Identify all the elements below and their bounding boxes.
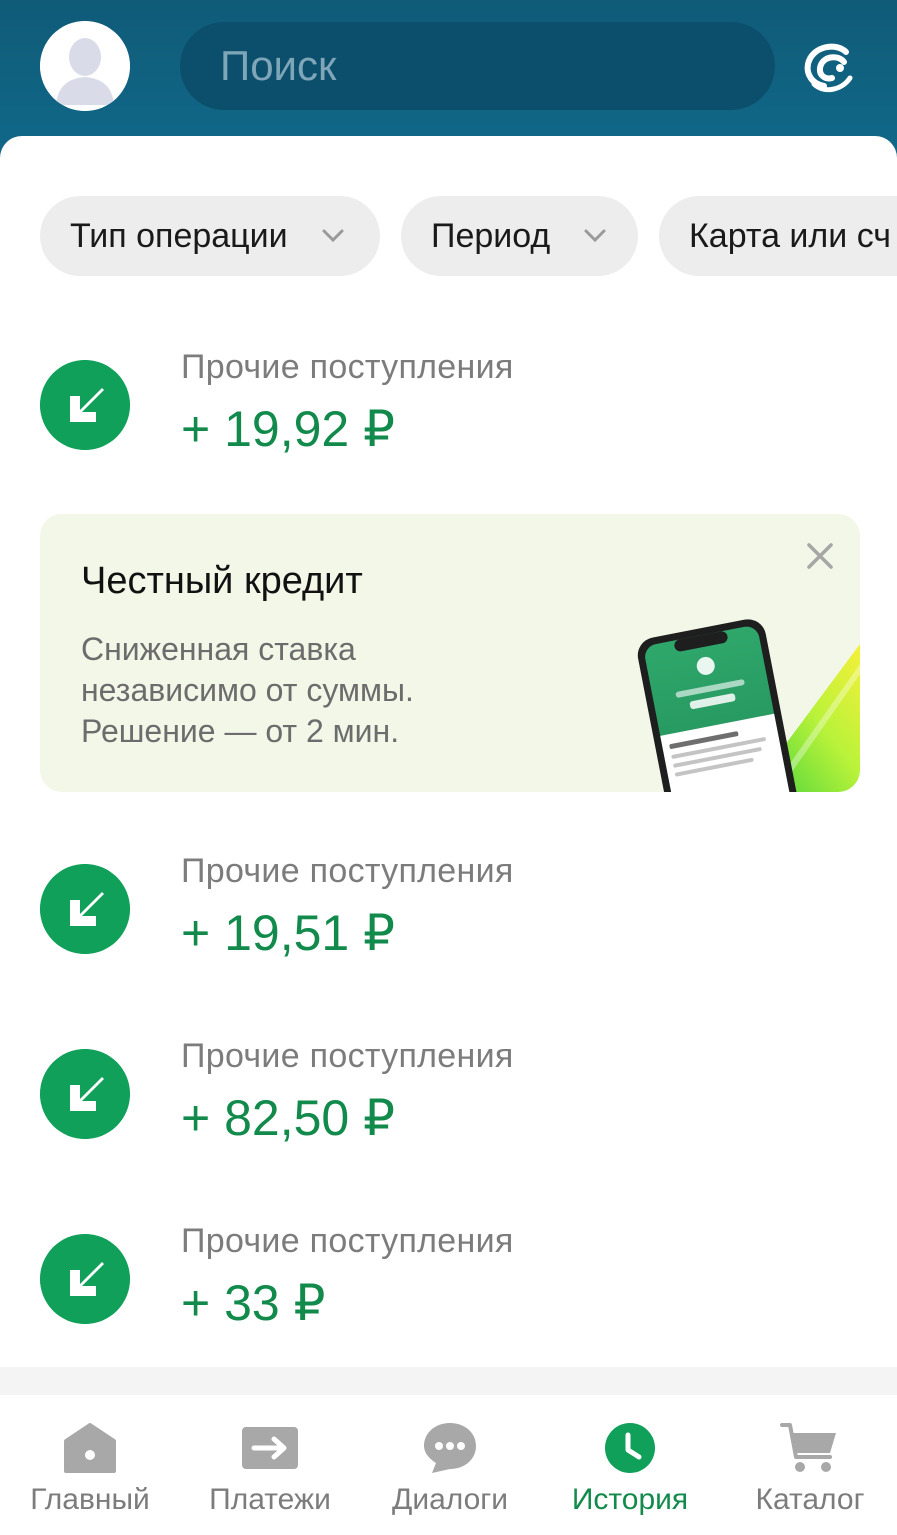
bottom-tab-bar: Главный Платежи Диалоги История Каталог	[0, 1395, 897, 1535]
incoming-arrow-icon	[40, 1049, 130, 1139]
sber-logo-icon[interactable]	[800, 40, 856, 96]
cart-icon	[780, 1423, 836, 1472]
avatar[interactable]	[40, 21, 130, 111]
chat-bubble-icon	[424, 1423, 476, 1473]
incoming-arrow-icon	[40, 1234, 130, 1324]
tab-catalog[interactable]: Каталог	[720, 1395, 897, 1535]
clock-icon	[605, 1423, 655, 1473]
user-silhouette-icon	[40, 21, 130, 111]
operation-category: Прочие поступления	[181, 1222, 514, 1260]
tab-label: Диалоги	[392, 1483, 508, 1516]
search-field[interactable]	[180, 22, 775, 110]
history-sheet: Тип операции Период Карта или сч Прочие …	[0, 136, 897, 1368]
tab-label: Главный	[30, 1483, 150, 1516]
filter-label: Карта или сч	[689, 216, 892, 255]
operation-category: Прочие поступления	[181, 1037, 514, 1075]
filter-label: Период	[431, 216, 551, 255]
search-input[interactable]	[180, 22, 775, 110]
chevron-down-icon	[584, 229, 606, 243]
operation-category: Прочие поступления	[181, 348, 514, 386]
filter-label: Тип операции	[70, 216, 288, 255]
operation-row[interactable]: Прочие поступления + 33 ₽	[0, 1222, 897, 1352]
operation-row[interactable]: Прочие поступления + 82,50 ₽	[0, 1037, 897, 1167]
tab-label: Платежи	[209, 1483, 331, 1516]
filter-operation-type[interactable]: Тип операции	[40, 196, 380, 276]
chevron-down-icon	[322, 229, 344, 243]
tab-dialogs[interactable]: Диалоги	[360, 1395, 540, 1535]
tab-home[interactable]: Главный	[0, 1395, 180, 1535]
tab-label: Каталог	[755, 1483, 865, 1516]
payments-arrow-icon	[242, 1427, 298, 1469]
promo-title: Честный кредит	[81, 560, 363, 602]
tab-payments[interactable]: Платежи	[180, 1395, 360, 1535]
filter-period[interactable]: Период	[401, 196, 638, 276]
operation-category: Прочие поступления	[181, 852, 514, 890]
close-icon[interactable]	[804, 540, 836, 572]
tab-label: История	[571, 1483, 689, 1516]
operation-amount: + 19,92 ₽	[181, 401, 395, 457]
phone-illustration	[637, 619, 860, 792]
incoming-arrow-icon	[40, 864, 130, 954]
divider	[0, 1367, 897, 1395]
promo-banner[interactable]: Честный кредит Сниженная ставка независи…	[40, 514, 860, 792]
operation-row[interactable]: Прочие поступления + 19,51 ₽	[0, 852, 897, 982]
home-icon	[64, 1423, 116, 1473]
promo-text: Сниженная ставка независимо от суммы. Ре…	[81, 631, 414, 749]
incoming-arrow-icon	[40, 360, 130, 450]
filter-card-or-account[interactable]: Карта или сч	[659, 196, 897, 276]
operation-row[interactable]: Прочие поступления + 19,92 ₽	[0, 348, 897, 478]
operation-amount: + 82,50 ₽	[181, 1090, 395, 1146]
operation-amount: + 19,51 ₽	[181, 905, 395, 961]
tab-history[interactable]: История	[540, 1395, 720, 1535]
operation-amount: + 33 ₽	[181, 1275, 326, 1331]
